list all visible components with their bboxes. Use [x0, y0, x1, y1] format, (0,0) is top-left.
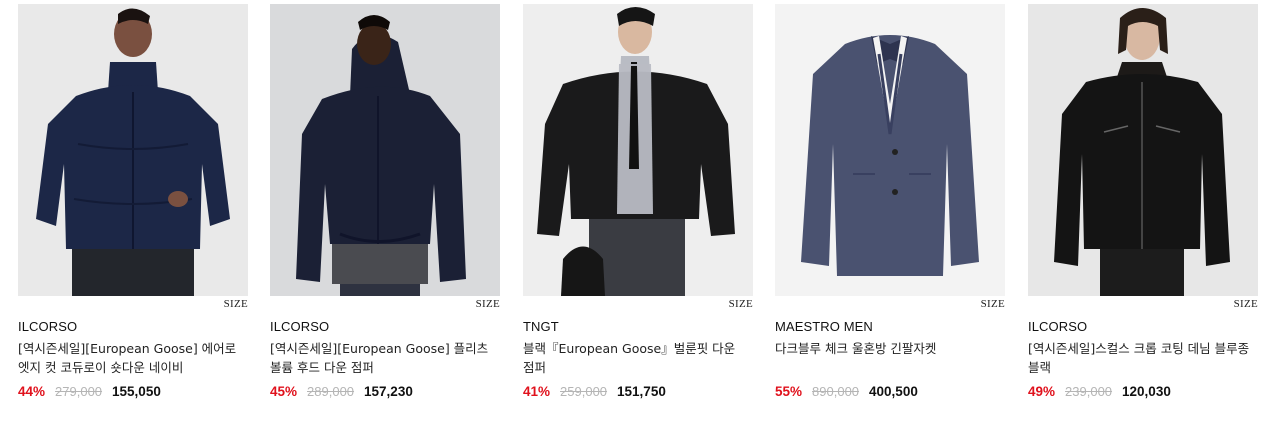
brand-name[interactable]: MAESTRO MEN [775, 319, 873, 334]
sale-price: 151,750 [617, 384, 666, 399]
price-row: 49% 239,000 120,030 [1028, 384, 1171, 399]
sale-price: 155,050 [112, 384, 161, 399]
product-card[interactable]: SIZE ILCORSO [역시즌세일][European Goose] 플리츠… [270, 4, 500, 424]
product-name[interactable]: [역시즌세일]스컬스 크롭 코팅 데님 블루종 블랙 [1028, 339, 1258, 377]
sale-price: 120,030 [1122, 384, 1171, 399]
product-card[interactable]: SIZE ILCORSO [역시즌세일]스컬스 크롭 코팅 데님 블루종 블랙 … [1028, 4, 1258, 424]
product-image[interactable] [523, 4, 753, 296]
brand-name[interactable]: ILCORSO [18, 319, 77, 334]
sale-price: 400,500 [869, 384, 918, 399]
original-price: 279,000 [55, 384, 103, 399]
size-button[interactable]: SIZE [476, 298, 500, 310]
original-price: 259,000 [560, 384, 608, 399]
product-card[interactable]: SIZE TNGT 블랙『European Goose』벌룬핏 다운 점퍼 41… [523, 4, 753, 424]
product-grid: SIZE ILCORSO [역시즌세일][European Goose] 에어로… [0, 0, 1273, 434]
black-balloon-down-jumper-photo [523, 4, 753, 296]
product-image[interactable] [18, 4, 248, 296]
price-row: 41% 259,000 151,750 [523, 384, 666, 399]
price-row: 55% 890,000 400,500 [775, 384, 918, 399]
discount-rate: 41% [523, 384, 551, 399]
product-name[interactable]: 블랙『European Goose』벌룬핏 다운 점퍼 [523, 339, 753, 377]
brand-name[interactable]: TNGT [523, 319, 559, 334]
product-image[interactable] [775, 4, 1005, 296]
brand-name[interactable]: ILCORSO [270, 319, 329, 334]
product-name[interactable]: [역시즌세일][European Goose] 플리츠 볼륨 후드 다운 점퍼 [270, 339, 500, 377]
navy-corduroy-down-jacket-photo [18, 4, 248, 296]
dark-blue-check-blazer-photo [775, 4, 1005, 296]
hooded-navy-down-jumper-photo [270, 4, 500, 296]
brand-name[interactable]: ILCORSO [1028, 319, 1087, 334]
sale-price: 157,230 [364, 384, 413, 399]
price-row: 45% 289,000 157,230 [270, 384, 413, 399]
product-card[interactable]: SIZE ILCORSO [역시즌세일][European Goose] 에어로… [18, 4, 248, 424]
original-price: 890,000 [812, 384, 860, 399]
size-button[interactable]: SIZE [1234, 298, 1258, 310]
product-name[interactable]: [역시즌세일][European Goose] 에어로 엣지 컷 코듀로이 숏다… [18, 339, 248, 377]
discount-rate: 45% [270, 384, 298, 399]
black-coated-denim-blouson-photo [1028, 4, 1258, 296]
discount-rate: 55% [775, 384, 803, 399]
discount-rate: 44% [18, 384, 46, 399]
price-row: 44% 279,000 155,050 [18, 384, 161, 399]
product-card[interactable]: SIZE MAESTRO MEN 다크블루 체크 울혼방 긴팔자켓 55% 89… [775, 4, 1005, 424]
size-button[interactable]: SIZE [224, 298, 248, 310]
product-name[interactable]: 다크블루 체크 울혼방 긴팔자켓 [775, 339, 1005, 358]
product-image[interactable] [1028, 4, 1258, 296]
discount-rate: 49% [1028, 384, 1056, 399]
size-button[interactable]: SIZE [729, 298, 753, 310]
size-button[interactable]: SIZE [981, 298, 1005, 310]
original-price: 239,000 [1065, 384, 1113, 399]
original-price: 289,000 [307, 384, 355, 399]
product-image[interactable] [270, 4, 500, 296]
